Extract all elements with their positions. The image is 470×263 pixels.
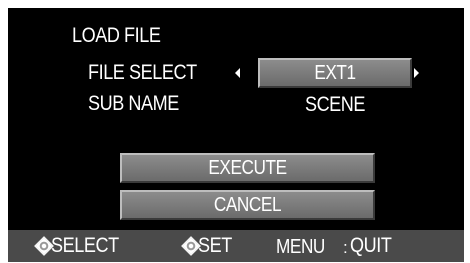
footer-quit-label: QUIT [350, 234, 392, 257]
file-select-value[interactable]: EXT1 [258, 58, 412, 88]
footer-menu-label: MENU [276, 236, 325, 258]
footer-select-label: SELECT [51, 234, 119, 257]
sub-name-value: SCENE [304, 93, 366, 116]
file-select-value-text: EXT1 [314, 62, 356, 84]
sub-name-label: SUB NAME [88, 92, 179, 115]
left-arrow-icon[interactable] [235, 68, 240, 78]
cancel-button[interactable]: CANCEL [120, 190, 375, 220]
footer-separator: : [343, 238, 348, 257]
cancel-button-label: CANCEL [213, 194, 282, 216]
right-arrow-icon[interactable] [414, 68, 419, 78]
file-select-label: FILE SELECT [88, 61, 197, 84]
load-file-screen: LOAD FILE FILE SELECT EXT1 SUB NAME SCEN… [8, 8, 464, 262]
footer-set-label: SET [198, 234, 232, 257]
execute-button-label: EXECUTE [208, 157, 287, 179]
execute-button[interactable]: EXECUTE [120, 153, 375, 183]
dialog-title: LOAD FILE [72, 24, 161, 47]
